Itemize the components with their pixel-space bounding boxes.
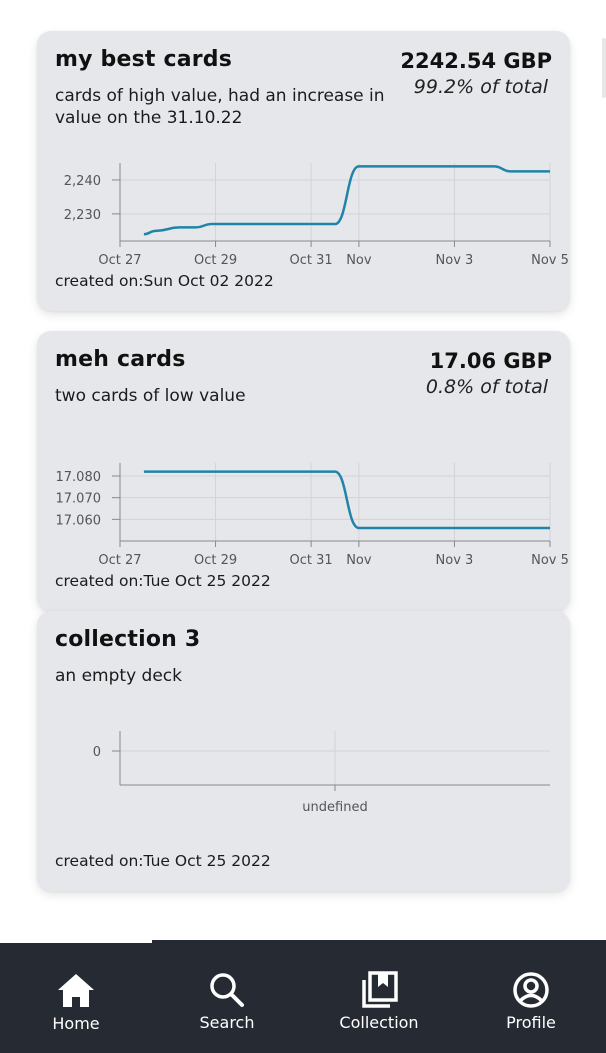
collection-value-chart: Oct 27 Oct 29 Oct 31 Nov Nov 3 Nov 5 17.060 17.…: [56, 463, 569, 568]
nav-collection-label: Collection: [339, 1013, 419, 1032]
collection-description: an empty deck: [55, 666, 182, 686]
x-tick-label: Nov: [346, 553, 372, 568]
collection-card[interactable]: meh cards two cards of low value 17.06 G…: [37, 331, 570, 611]
collection-description: two cards of low value: [55, 386, 246, 406]
x-tick-label: undefined: [302, 800, 367, 815]
collection-description: cards of high value, had an increase in …: [55, 86, 385, 128]
x-tick-label: Oct 31: [290, 253, 333, 268]
collection-icon: [362, 971, 398, 1008]
search-icon: [210, 973, 244, 1007]
nav-home-label: Home: [52, 1014, 100, 1033]
y-tick-label: 2,230: [64, 208, 101, 223]
nav-search-label: Search: [199, 1013, 255, 1032]
collection-created-date: created on:Tue Oct 25 2022: [55, 572, 271, 590]
collection-value-chart: 0 undefined: [93, 731, 550, 815]
x-tick-label: Nov 5: [531, 553, 569, 568]
x-tick-label: Nov 3: [436, 553, 474, 568]
collection-card[interactable]: collection 3 an empty deck 0 undefined cr…: [37, 611, 570, 891]
collection-percent: 99.2% of total: [413, 76, 548, 98]
collection-title: meh cards: [55, 347, 186, 372]
nav-search-button[interactable]: Search: [152, 940, 302, 1053]
collection-card[interactable]: my best cards cards of high value, had a…: [37, 31, 570, 311]
x-tick-label: Oct 27: [98, 553, 141, 568]
x-tick-label: Nov 3: [436, 253, 474, 268]
y-tick-label: 0: [93, 745, 101, 760]
nav-profile-button[interactable]: Profile: [456, 940, 606, 1053]
y-tick-label: 2,240: [64, 174, 101, 189]
x-tick-label: Oct 31: [290, 553, 333, 568]
collection-value-chart: Oct 27 Oct 29 Oct 31 Nov Nov 3 Nov 5 2,230 2,24…: [64, 163, 569, 268]
nav-profile-label: Profile: [506, 1013, 556, 1032]
y-tick-label: 17.080: [56, 470, 102, 485]
collection-value: 2242.54 GBP: [400, 49, 552, 73]
collection-title: my best cards: [55, 47, 233, 72]
x-tick-label: Nov: [346, 253, 372, 268]
home-page: my best cards cards of high value, had a…: [0, 0, 606, 1053]
x-tick-label: Oct 29: [194, 253, 237, 268]
collection-title: collection 3: [55, 627, 201, 652]
nav-collection-button[interactable]: Collection: [304, 940, 454, 1053]
collection-percent: 0.8% of total: [425, 376, 548, 398]
profile-icon: [513, 972, 549, 1008]
home-icon: [58, 974, 94, 1007]
x-tick-label: Oct 27: [98, 253, 141, 268]
y-tick-label: 17.060: [56, 513, 102, 528]
collection-created-date: created on:Sun Oct 02 2022: [55, 272, 274, 290]
bottom-navigation: Home Search Collection Profile: [0, 940, 606, 1053]
value-line: [143, 165, 550, 236]
collection-created-date: created on:Tue Oct 25 2022: [55, 852, 271, 870]
scroll-indicator: [602, 38, 606, 98]
nav-home-button[interactable]: Home: [1, 940, 151, 1053]
x-tick-label: Nov 5: [531, 253, 569, 268]
collection-value: 17.06 GBP: [429, 349, 552, 373]
x-tick-label: Oct 29: [194, 553, 237, 568]
y-tick-label: 17.070: [56, 492, 102, 507]
